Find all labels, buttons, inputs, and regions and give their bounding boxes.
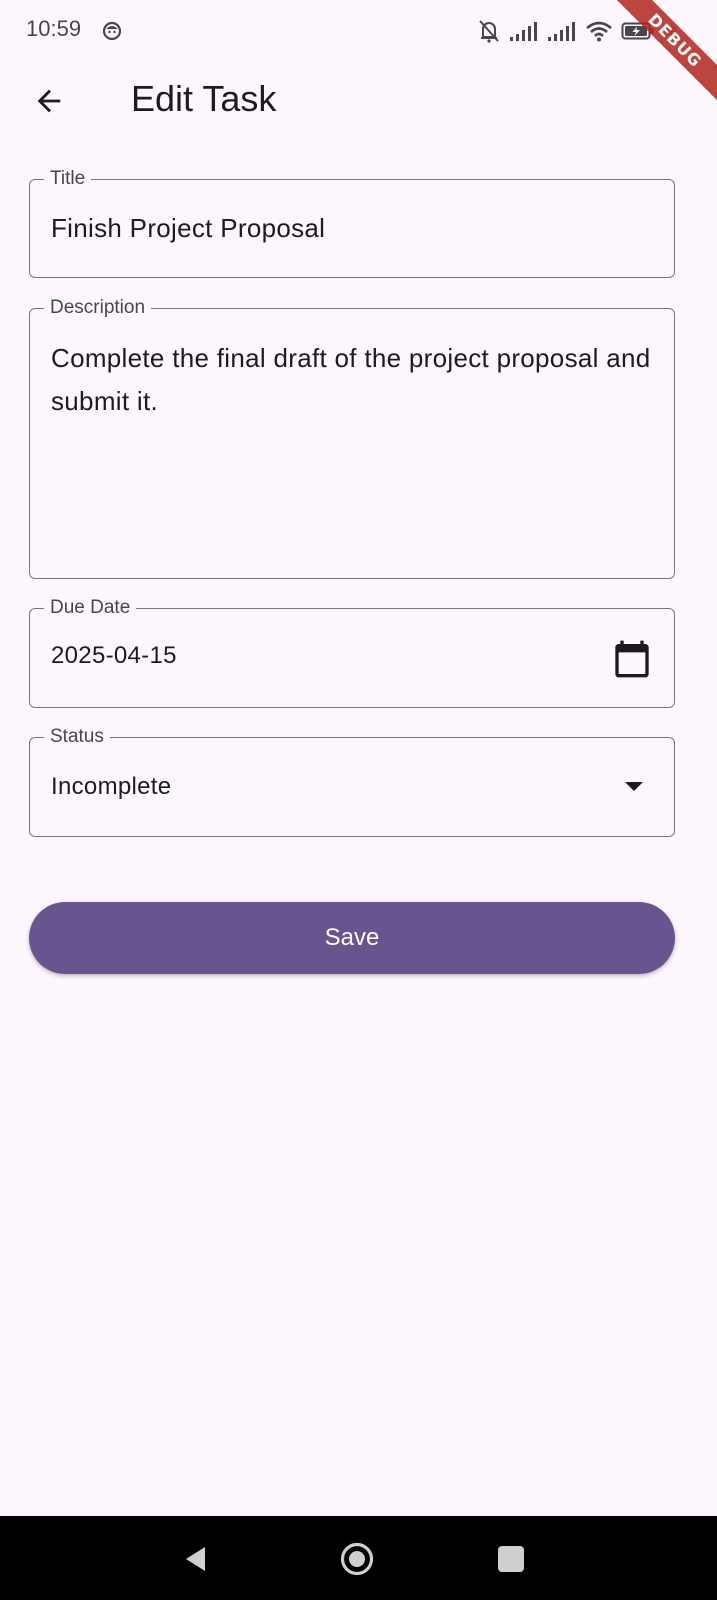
wifi-icon [585, 21, 612, 42]
battery-charging-icon [621, 22, 654, 40]
title-field-label: Title [44, 167, 92, 191]
dropdown-arrow-icon[interactable] [624, 780, 644, 794]
arrow-back-icon [37, 89, 61, 113]
due-date-field[interactable]: Due Date 2025-04-15 [29, 596, 675, 708]
status-bar: 10:59 96 [0, 0, 717, 64]
due-date-field-label: Due Date [44, 596, 137, 620]
description-field-label: Description [44, 296, 152, 320]
calendar-icon[interactable] [612, 639, 652, 679]
nav-recents-icon[interactable] [494, 1542, 528, 1576]
back-button[interactable] [24, 76, 74, 126]
save-button-label: Save [324, 924, 380, 951]
page-title: Edit Task [131, 78, 277, 119]
description-field-value[interactable]: Complete the final draft of the project … [51, 337, 653, 423]
status-time: 10:59 [26, 16, 82, 41]
app-bar: Edit Task [0, 64, 717, 138]
system-nav-bar [0, 1516, 717, 1600]
title-field[interactable]: Title Finish Project Proposal [29, 167, 675, 278]
face-icon [102, 21, 122, 41]
status-dropdown-value[interactable]: Incomplete [51, 773, 171, 801]
nav-home-icon[interactable] [340, 1542, 374, 1576]
status-icons: 96 [477, 18, 677, 44]
mute-bell-icon [478, 20, 499, 43]
status-dropdown-label: Status [44, 725, 110, 749]
description-field[interactable]: Description Complete the final draft of … [29, 296, 675, 579]
signal-icon [547, 22, 575, 41]
signal-icon [509, 22, 537, 41]
battery-percentage: 96 [662, 23, 677, 39]
nav-back-icon[interactable] [178, 1542, 212, 1576]
title-field-value[interactable]: Finish Project Proposal [51, 213, 325, 244]
save-button[interactable]: Save [29, 902, 675, 974]
status-dropdown[interactable]: Status Incomplete [29, 725, 675, 837]
due-date-field-value[interactable]: 2025-04-15 [51, 642, 177, 670]
